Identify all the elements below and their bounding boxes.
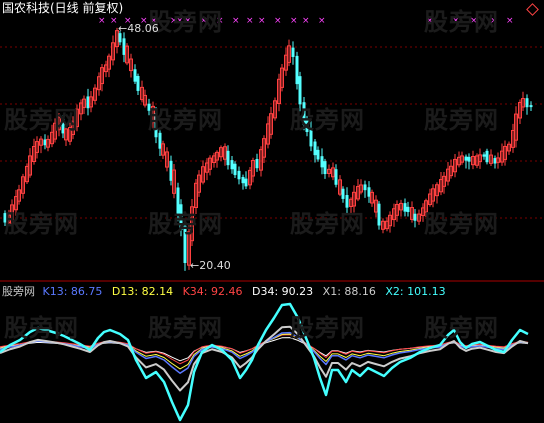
candle-body <box>309 128 313 147</box>
candle-body <box>464 156 468 161</box>
d34-label: D34: 90.23 <box>251 285 314 298</box>
candle-body <box>485 150 489 163</box>
candle-body <box>341 188 345 199</box>
star-marker-icon: × <box>470 16 478 26</box>
candle-body <box>147 103 151 111</box>
k34-label: K34: 92.46 <box>182 285 243 298</box>
candle-body <box>313 141 317 156</box>
high-price-value: 48.06 <box>127 22 159 35</box>
candle-body <box>183 225 187 263</box>
candle-body <box>226 150 230 166</box>
d13-line <box>0 333 529 370</box>
candle-body <box>377 203 381 226</box>
candle-body <box>233 163 237 176</box>
k13-line <box>0 331 529 374</box>
candle-body <box>237 170 241 180</box>
stock-chart: × × × × × × × × × × × × × × × × × × × × × × 股旁网 股旁网 股旁网 股旁网 股… <box>0 0 544 423</box>
arrow-left-icon: ← <box>190 259 200 272</box>
candle-body <box>323 161 327 175</box>
arrow-left-icon: ← <box>118 22 128 35</box>
candle-body <box>320 156 324 168</box>
star-marker-icon: × <box>232 16 240 26</box>
candle-body <box>413 213 417 221</box>
star-marker-icon: × <box>302 16 310 26</box>
candle-body <box>154 113 158 138</box>
star-marker-icon: × <box>426 16 434 26</box>
candle-body <box>179 204 183 231</box>
star-marker-icon: × <box>216 16 224 26</box>
star-marker-icon: × <box>98 16 106 26</box>
indicator-legend: 股旁网 K13: 86.75 D13: 82.14 K34: 92.46 D34… <box>2 285 446 298</box>
candle-body <box>525 98 529 108</box>
candle-body <box>136 76 140 91</box>
star-marker-icon: × <box>176 16 184 26</box>
candle-body <box>302 102 306 125</box>
candle-body <box>3 213 7 223</box>
candle-body <box>291 47 295 57</box>
star-marker-icon: × <box>490 16 498 26</box>
high-price-annotation: ←48.06 <box>118 22 159 35</box>
candle-body <box>133 69 137 82</box>
candle-body <box>482 154 486 157</box>
candle-body <box>403 203 407 212</box>
candle-body <box>255 158 259 169</box>
x1-label: X1: 88.16 <box>322 285 376 298</box>
indicator-name: 股旁网 <box>2 285 35 298</box>
candle-body <box>363 184 367 191</box>
d13-label: D13: 82.14 <box>111 285 174 298</box>
candle-body <box>467 156 471 162</box>
x2-label: X2: 101.13 <box>385 285 446 298</box>
low-price-annotation: ←20.40 <box>190 259 231 272</box>
k13-label: K13: 86.75 <box>42 285 103 298</box>
candle-body <box>316 149 320 160</box>
star-marker-icon: × <box>318 16 326 26</box>
candle-body <box>305 118 309 133</box>
candle-body <box>176 187 180 214</box>
candle-body <box>241 177 245 184</box>
candle-body <box>529 105 533 108</box>
star-marker-icon: × <box>246 16 254 26</box>
low-price-value: 20.40 <box>199 259 231 272</box>
star-marker-icon: × <box>184 16 192 26</box>
candle-body <box>298 76 302 105</box>
chart-canvas: × × × × × ×× × × × × × × × × × × × × × × × <box>0 16 544 422</box>
star-marker-icon: × <box>274 16 282 26</box>
candle-body <box>295 55 299 85</box>
candle-body <box>230 160 234 170</box>
candle-body <box>334 169 338 185</box>
x2-line <box>0 302 529 422</box>
chart-title: 国农科技(日线 前复权) <box>2 1 124 15</box>
candle-body <box>244 178 248 187</box>
candle-body <box>345 195 349 208</box>
star-marker-icon: × <box>200 16 208 26</box>
star-marker-icon: × <box>452 16 460 26</box>
star-marker-icon: × <box>506 16 514 26</box>
star-marker-icon: × <box>258 16 266 26</box>
candle-body <box>406 206 410 213</box>
star-marker-icon: × <box>110 16 118 26</box>
star-marker-icon: × <box>290 16 298 26</box>
